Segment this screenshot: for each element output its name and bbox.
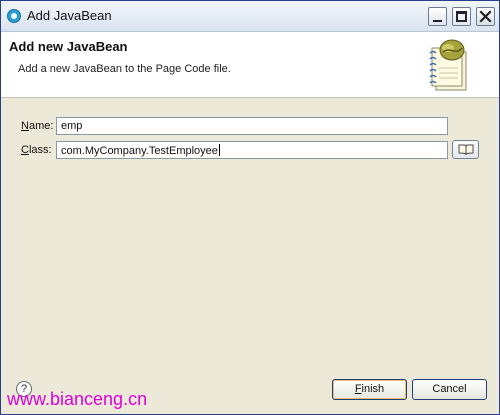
coffee-bean-notepad-icon <box>429 39 467 91</box>
header-description: Add a new JavaBean to the Page Code file… <box>18 63 231 75</box>
name-label: Name: <box>21 120 54 132</box>
watermark-text: www.bianceng.cn <box>7 389 148 409</box>
class-label: Class: <box>21 144 52 156</box>
dialog-header: Add new JavaBean Add a new JavaBean to t… <box>1 32 499 98</box>
class-field[interactable]: com.MyCompany.TestEmployee <box>56 141 448 159</box>
title-bar[interactable]: Add JavaBean <box>1 1 499 32</box>
browse-class-button[interactable] <box>452 140 479 159</box>
minimize-button[interactable] <box>428 7 447 26</box>
header-title: Add new JavaBean <box>9 39 128 54</box>
minimize-icon <box>433 20 442 22</box>
add-javabean-dialog: Add JavaBean Add new JavaBean Add a new … <box>0 0 500 415</box>
maximize-icon <box>456 11 467 22</box>
window-title: Add JavaBean <box>27 8 112 23</box>
text-caret <box>218 144 220 156</box>
cancel-button[interactable]: Cancel <box>412 379 487 400</box>
close-icon <box>479 10 492 23</box>
name-field[interactable]: emp <box>56 117 448 135</box>
maximize-button[interactable] <box>452 7 471 26</box>
finish-button[interactable]: Finish <box>332 379 407 400</box>
app-icon <box>7 9 21 23</box>
close-button[interactable] <box>476 7 495 26</box>
browse-book-icon <box>458 144 474 155</box>
